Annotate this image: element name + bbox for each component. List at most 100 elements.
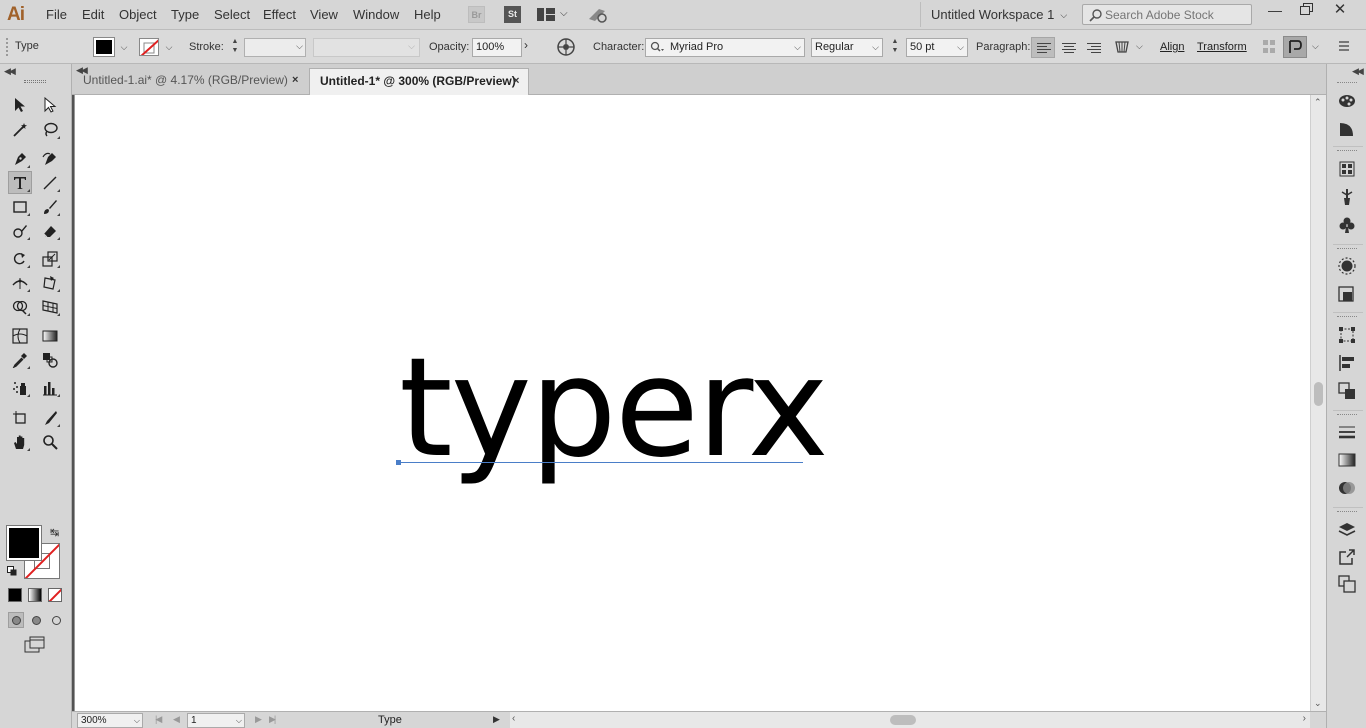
transform-link[interactable]: Transform <box>1197 41 1247 53</box>
gradient-tool[interactable] <box>38 324 62 347</box>
vertical-scrollbar[interactable]: ⌃ ⌄ <box>1310 95 1326 711</box>
menu-edit[interactable]: Edit <box>82 7 104 22</box>
pen-tool[interactable] <box>8 147 32 170</box>
restore-button[interactable] <box>1290 0 1320 22</box>
panel-grip[interactable] <box>1337 150 1357 153</box>
menu-object[interactable]: Object <box>119 7 157 22</box>
gradient-icon[interactable] <box>1338 451 1356 469</box>
snap-to-pixel-button[interactable] <box>1283 36 1307 58</box>
scroll-right-icon[interactable]: › <box>1303 713 1306 724</box>
align-icon[interactable] <box>1338 354 1356 372</box>
brushes-icon[interactable] <box>1338 188 1356 206</box>
tab-untitled-1-ai[interactable]: Untitled-1.ai* @ 4.17% (RGB/Preview) × <box>73 68 310 95</box>
minimize-button[interactable]: — <box>1260 0 1290 22</box>
graphic-styles-icon[interactable] <box>1338 286 1356 304</box>
fill-dropdown[interactable]: ⌵ <box>117 38 131 56</box>
blend-tool[interactable] <box>38 348 62 371</box>
glyphs-icon[interactable] <box>1113 38 1131 56</box>
direct-selection-tool[interactable] <box>38 93 62 116</box>
selection-tool[interactable] <box>8 93 32 116</box>
pathfinder-icon[interactable] <box>1338 382 1356 400</box>
stroke-label[interactable]: Stroke: <box>189 41 224 53</box>
close-tab-icon[interactable]: × <box>292 68 298 92</box>
shape-builder-tool[interactable] <box>8 295 32 318</box>
transparency-icon[interactable] <box>1338 479 1356 497</box>
stroke-weight-stepper[interactable]: ▲ ▼ <box>228 37 242 57</box>
rotate-tool[interactable] <box>8 247 32 270</box>
menu-window[interactable]: Window <box>353 7 399 22</box>
lasso-tool[interactable] <box>38 118 62 141</box>
color-icon[interactable] <box>1338 120 1356 138</box>
draw-inside-button[interactable] <box>48 612 64 628</box>
scrollbar-thumb[interactable] <box>1314 382 1323 406</box>
fill-color-box[interactable] <box>6 525 42 561</box>
slice-tool[interactable] <box>38 406 62 429</box>
panel-grip[interactable] <box>1337 248 1357 251</box>
swatches-icon[interactable] <box>1338 160 1356 178</box>
search-adobe-stock[interactable] <box>1082 4 1252 25</box>
gradient-mode-button[interactable] <box>28 588 42 602</box>
font-style-field[interactable]: Regular ⌵ <box>811 38 883 57</box>
transform-icon[interactable] <box>1338 326 1356 344</box>
panel-grip[interactable] <box>1337 511 1357 514</box>
export-icon[interactable] <box>1338 548 1356 566</box>
mesh-tool[interactable] <box>8 324 32 347</box>
scrollbar-thumb[interactable] <box>890 715 916 725</box>
swap-fill-stroke-icon[interactable]: ↹ <box>50 526 59 539</box>
curvature-tool[interactable] <box>38 147 62 170</box>
line-segment-tool[interactable] <box>38 171 62 194</box>
status-menu-icon[interactable]: ▶ <box>493 714 500 725</box>
color-mode-button[interactable] <box>8 588 22 602</box>
artboard-canvas[interactable]: typerx <box>74 95 1310 711</box>
chevron-right-icon[interactable]: › <box>524 38 528 52</box>
expand-panels-icon[interactable]: ◀◀ <box>1352 66 1364 77</box>
scroll-left-icon[interactable]: ‹ <box>512 713 515 724</box>
draw-normal-button[interactable] <box>8 612 24 628</box>
stroke-color-swatch[interactable] <box>139 38 159 56</box>
first-artboard-icon[interactable]: |◀ <box>155 714 162 725</box>
width-tool[interactable] <box>8 271 32 294</box>
panel-grip[interactable] <box>24 80 46 83</box>
stock-button[interactable]: St <box>504 6 521 23</box>
panel-grip[interactable] <box>1337 82 1357 85</box>
tab-untitled-1[interactable]: Untitled-1* @ 300% (RGB/Preview) × <box>309 68 529 95</box>
variable-width-profile[interactable]: ⌵ <box>313 38 420 57</box>
last-artboard-icon[interactable]: ▶| <box>269 714 276 725</box>
arrange-documents-icon[interactable] <box>537 8 555 21</box>
symbols-icon[interactable] <box>1338 216 1356 234</box>
none-mode-button[interactable] <box>48 588 62 602</box>
symbol-sprayer-tool[interactable] <box>8 376 32 399</box>
next-artboard-icon[interactable]: ▶ <box>255 714 262 725</box>
hand-tool[interactable] <box>8 430 32 453</box>
paintbrush-tool[interactable] <box>38 195 62 218</box>
chevron-down-icon[interactable]: ⌵ <box>1312 41 1319 52</box>
menu-file[interactable]: File <box>46 7 67 22</box>
horizontal-scrollbar[interactable]: ‹ › <box>510 712 1310 728</box>
eyedropper-tool[interactable] <box>8 348 32 371</box>
text-object[interactable]: typerx <box>399 340 829 477</box>
perspective-grid-tool[interactable] <box>38 295 62 318</box>
align-center-button[interactable] <box>1056 37 1080 58</box>
font-size-field[interactable]: 50 pt ⌵ <box>906 38 968 57</box>
isolate-icon[interactable] <box>1262 39 1276 55</box>
appearance-icon[interactable] <box>1338 257 1356 275</box>
font-family-field[interactable]: Myriad Pro ⌵ <box>645 38 805 57</box>
fill-color-swatch[interactable] <box>93 37 115 57</box>
paragraph-label[interactable]: Paragraph: <box>976 41 1030 53</box>
workspace-switcher[interactable]: Untitled Workspace 1 ⌵ <box>920 2 1077 27</box>
previous-artboard-icon[interactable]: ◀ <box>173 714 180 725</box>
opacity-field[interactable]: 100% <box>472 38 522 57</box>
stroke-icon[interactable] <box>1338 423 1356 441</box>
zoom-level-field[interactable]: 300% ⌵ <box>77 713 143 728</box>
color-guide-icon[interactable] <box>1338 91 1356 109</box>
rectangle-tool[interactable] <box>8 195 32 218</box>
recolor-artwork-icon[interactable] <box>556 37 576 57</box>
artboard-number-field[interactable]: 1 ⌵ <box>187 713 245 728</box>
panel-grip[interactable] <box>1337 316 1357 319</box>
zoom-tool[interactable] <box>38 430 62 453</box>
eraser-tool[interactable] <box>38 219 62 242</box>
menu-select[interactable]: Select <box>214 7 250 22</box>
draw-behind-button[interactable] <box>28 612 44 628</box>
collapse-panel-icon[interactable]: ◀◀ <box>4 66 16 77</box>
panel-grip[interactable] <box>1337 414 1357 417</box>
